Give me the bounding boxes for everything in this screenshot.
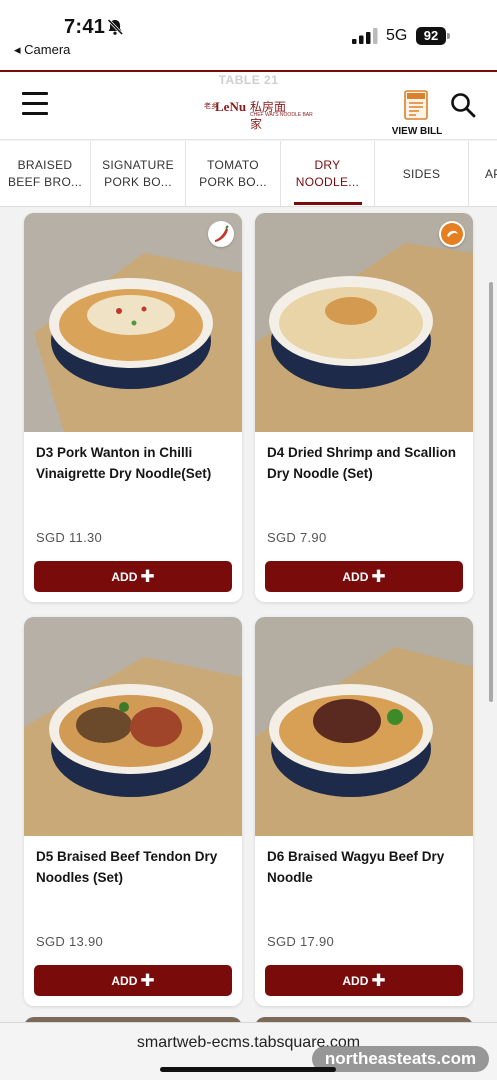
tab-tomato-pork[interactable]: TOMATO PORK BO... (186, 141, 281, 206)
product-card[interactable]: D5 Braised Beef Tendon Dry Noodles (Set)… (24, 617, 242, 1006)
back-to-camera[interactable]: ◂ Camera (14, 42, 70, 58)
tab-signature-pork[interactable]: SIGNATURE PORK BO... (91, 141, 186, 206)
plus-icon: ✚ (140, 971, 155, 990)
home-indicator[interactable] (160, 1067, 336, 1072)
chilli-icon (208, 221, 234, 247)
product-name: D6 Braised Wagyu Beef Dry Noodle (267, 849, 445, 885)
product-name: D3 Pork Wanton in Chilli Vinaigrette Dry… (36, 445, 212, 481)
category-tabs: BRAISED BEEF BRO... SIGNATURE PORK BO...… (0, 141, 497, 207)
add-button[interactable]: ADD ✚ (34, 965, 232, 996)
product-price: SGD 11.30 (36, 530, 103, 545)
hamburger-menu-icon[interactable] (22, 92, 48, 118)
tab-dry-noodle[interactable]: DRY NOODLE... (281, 141, 375, 206)
battery-level: 92 (416, 27, 446, 45)
plus-icon: ✚ (371, 567, 386, 586)
status-bar: 7:41 ◂ Camera 5G 92 (0, 0, 497, 70)
bell-muted-icon (107, 18, 124, 36)
watermark: northeasteats.com (312, 1046, 489, 1072)
tab-braised-beef[interactable]: BRAISED BEEF BRO... (0, 141, 91, 206)
scrollbar[interactable] (489, 282, 493, 702)
tab-appetizers[interactable]: AP (469, 141, 497, 206)
plus-icon: ✚ (140, 567, 155, 586)
status-time: 7:41 (64, 16, 106, 38)
view-bill-label: VIEW BILL (391, 126, 443, 137)
bill-icon (404, 90, 428, 120)
product-image (24, 617, 242, 836)
signal-icon (352, 28, 378, 44)
tab-sides[interactable]: SIDES (375, 141, 469, 206)
browser-address-bar[interactable]: smartweb-ecms.tabsquare.com northeasteat… (0, 1022, 497, 1080)
restaurant-logo: 老乡 LeNu 私房面家 CHEF WAI'S NOODLE BAR (204, 99, 313, 131)
product-name: D5 Braised Beef Tendon Dry Noodles (Set) (36, 849, 218, 885)
search-icon[interactable] (450, 92, 476, 118)
network-type: 5G (386, 27, 408, 44)
plus-icon: ✚ (371, 971, 386, 990)
add-button[interactable]: ADD ✚ (265, 965, 463, 996)
product-card[interactable]: D6 Braised Wagyu Beef Dry Noodle SGD 17.… (255, 617, 473, 1006)
product-name: D4 Dried Shrimp and Scallion Dry Noodle … (267, 445, 457, 481)
active-tab-indicator (294, 202, 362, 205)
battery-icon: 92 (416, 27, 450, 45)
add-button[interactable]: ADD ✚ (34, 561, 232, 592)
product-price: SGD 7.90 (267, 530, 327, 545)
table-number: TABLE 21 (218, 73, 279, 87)
view-bill-button[interactable]: VIEW BILL (388, 88, 446, 140)
product-card[interactable]: D3 Pork Wanton in Chilli Vinaigrette Dry… (24, 213, 242, 602)
product-image (255, 617, 473, 836)
product-price: SGD 13.90 (36, 934, 104, 949)
shrimp-icon (439, 221, 465, 247)
add-button[interactable]: ADD ✚ (265, 561, 463, 592)
app-header: TABLE 21 老乡 LeNu 私房面家 CHEF WAI'S NOODLE … (0, 72, 497, 140)
product-card[interactable]: D4 Dried Shrimp and Scallion Dry Noodle … (255, 213, 473, 602)
product-price: SGD 17.90 (267, 934, 335, 949)
